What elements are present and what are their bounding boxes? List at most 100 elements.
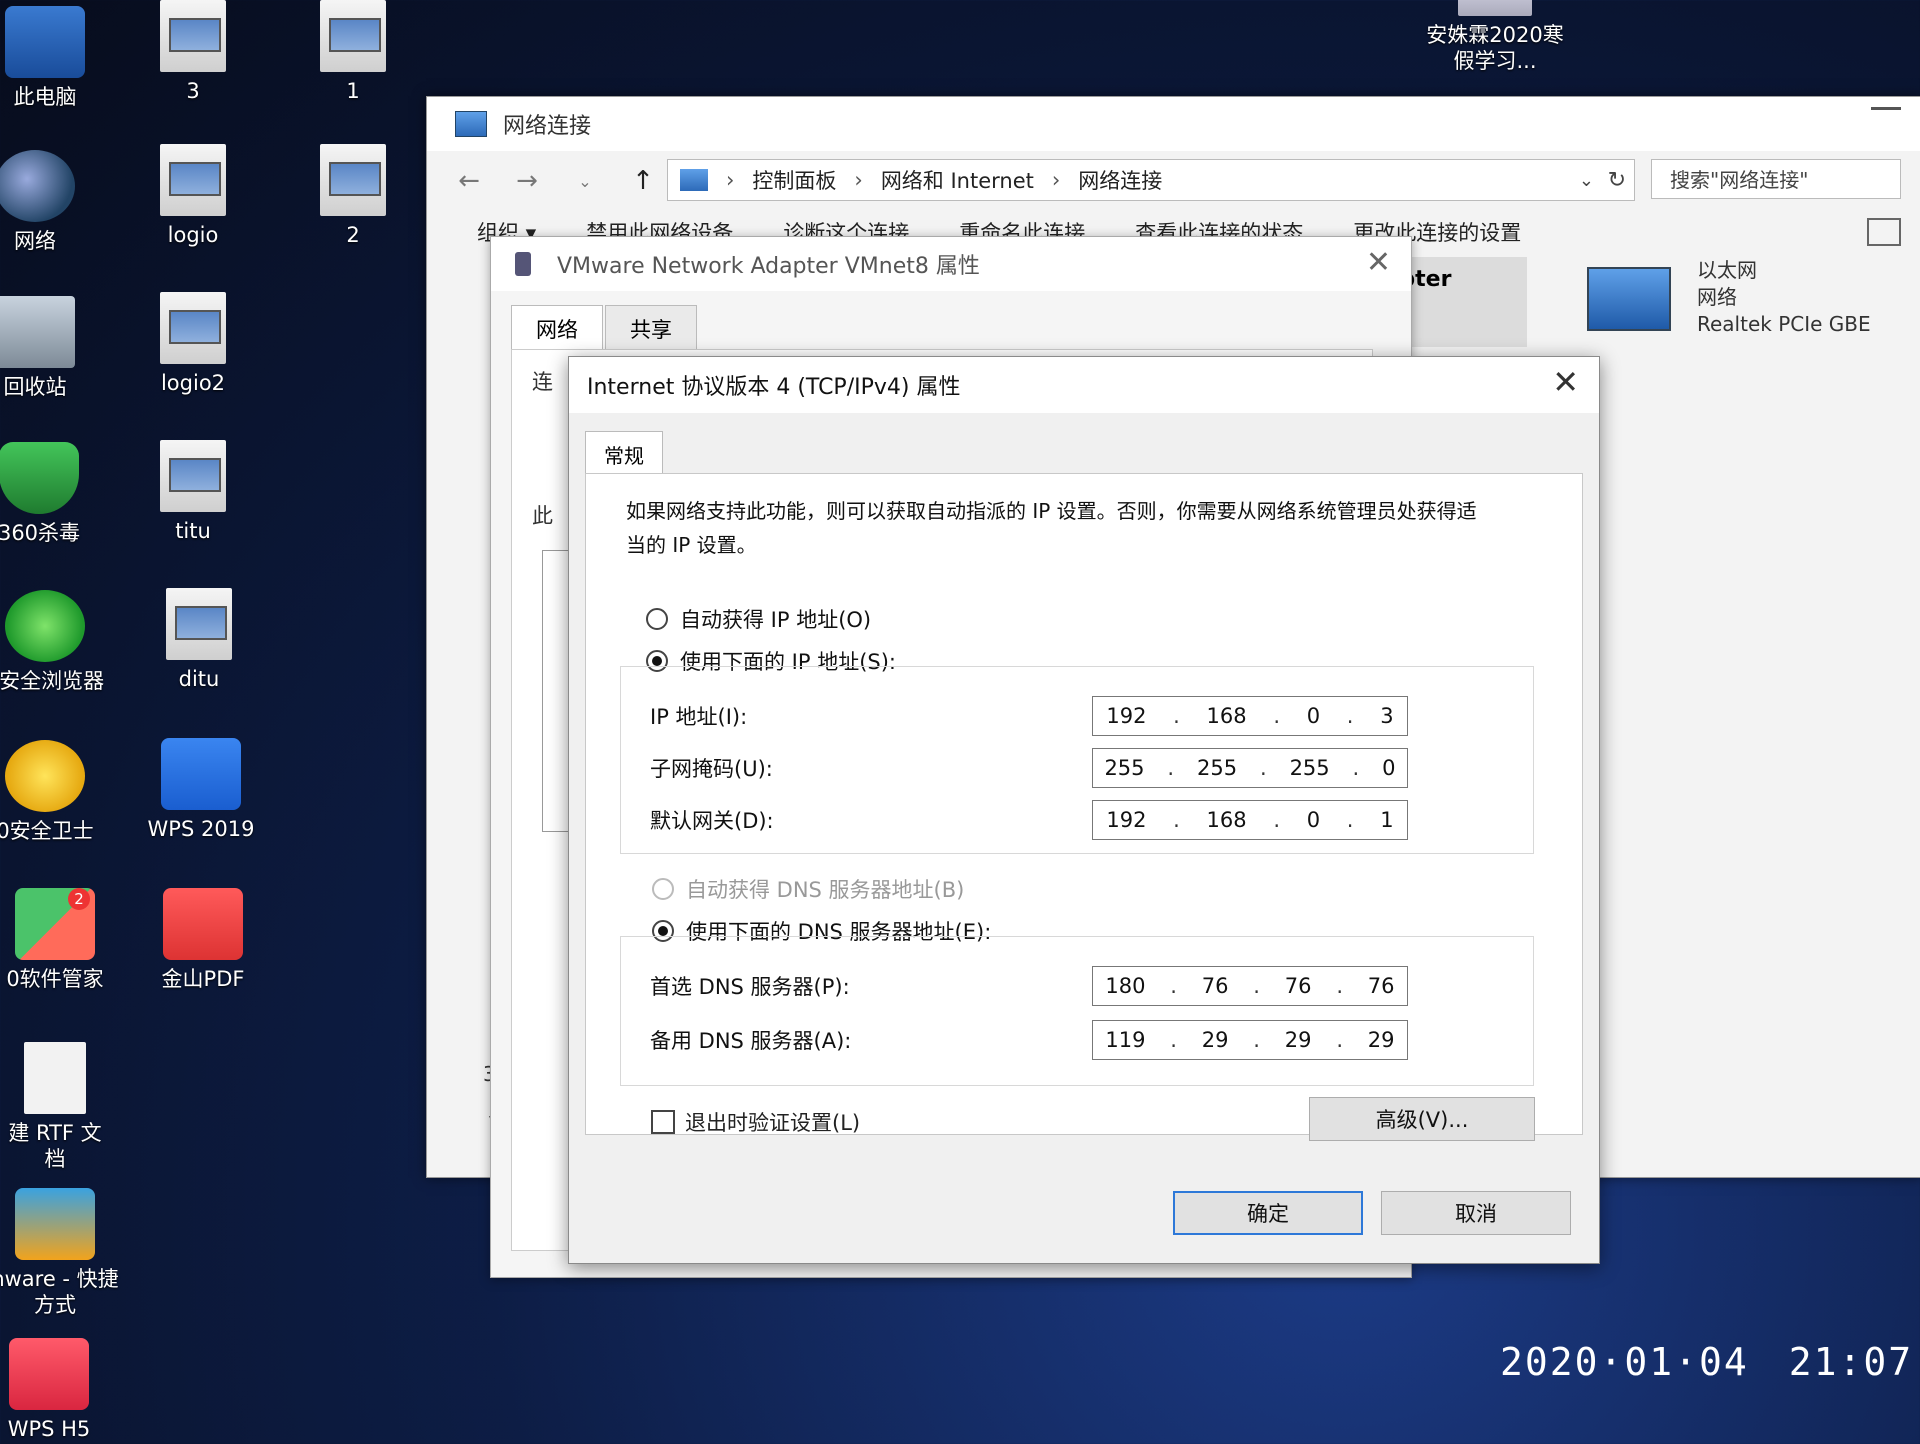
alternate-dns-row: 备用 DNS 服务器(A): 119. 29. 29. 29: [620, 1018, 1520, 1062]
subnet-mask-field[interactable]: 255. 255. 255. 0: [1092, 748, 1408, 788]
close-icon[interactable]: ✕: [1552, 363, 1579, 401]
validate-label: 退出时验证设置(L): [685, 1111, 861, 1135]
refresh-icon[interactable]: ↻: [1608, 168, 1626, 193]
datetime-overlay: 2020·01·04 21:07: [1500, 1340, 1913, 1384]
desktop-icon-wps-h5[interactable]: WPS H5: [0, 1338, 124, 1442]
radio-button[interactable]: [652, 878, 674, 900]
subnet-mask-row: 子网掩码(U): 255. 255. 255. 0: [620, 746, 1520, 790]
view-options-icon[interactable]: [1867, 218, 1901, 246]
validate-on-exit-option[interactable]: 退出时验证设置(L): [651, 1107, 860, 1137]
network-adapter-icon: [1587, 267, 1671, 331]
desktop-icon-360-browser[interactable]: 0安全浏览器: [0, 590, 120, 694]
dns-group: [620, 936, 1534, 1086]
image-file-icon: [320, 144, 386, 216]
preferred-dns-field[interactable]: 180. 76. 76. 76: [1092, 966, 1408, 1006]
address-row: ← → ⌄ ↑ › 控制面板 › 网络和 Internet › 网络连接 ⌄ ↻…: [427, 157, 1920, 205]
desktop-icon-study-doc[interactable]: 安姝霖2020寒假学习...: [1410, 0, 1580, 74]
desktop-icon-titu[interactable]: titu: [118, 440, 268, 544]
breadcrumb-control-panel[interactable]: 控制面板: [752, 165, 836, 195]
wps-h5-icon: [9, 1338, 89, 1410]
desktop-icon-file-3[interactable]: 3: [118, 0, 268, 104]
octet: 3: [1380, 704, 1394, 728]
search-input[interactable]: 搜索"网络连接": [1651, 159, 1901, 199]
cancel-button[interactable]: 取消: [1381, 1191, 1571, 1235]
tab-network[interactable]: 网络: [511, 305, 603, 352]
desktop-icon-network[interactable]: 网络: [0, 150, 110, 254]
octet: 168: [1206, 808, 1247, 832]
items-label: 此: [532, 504, 553, 528]
desktop-icon-ditu[interactable]: ditu: [124, 588, 274, 692]
auto-dns-option[interactable]: 自动获得 DNS 服务器地址(B): [652, 874, 964, 904]
desktop-icon-kingsoft-pdf[interactable]: 金山PDF: [128, 888, 278, 992]
tab-sharing[interactable]: 共享: [605, 305, 697, 352]
breadcrumb-network-connections[interactable]: 网络连接: [1078, 165, 1162, 195]
radio-button[interactable]: [646, 608, 668, 630]
tab-general[interactable]: 常规: [585, 431, 663, 477]
desktop-icon-logio[interactable]: logio: [118, 144, 268, 248]
close-icon[interactable]: ✕: [1366, 245, 1391, 280]
network-adapter-icon: [515, 252, 531, 276]
breadcrumb-separator: ›: [726, 168, 735, 192]
desktop-icon-logio2[interactable]: logio2: [118, 292, 268, 396]
network-connections-icon: [455, 111, 487, 137]
breadcrumb-separator: ›: [1051, 168, 1061, 192]
image-file-icon: [160, 292, 226, 364]
subnet-mask-label: 子网掩码(U):: [650, 757, 773, 781]
alternate-dns-field[interactable]: 119. 29. 29. 29: [1092, 1020, 1408, 1060]
connect-using-label: 连: [532, 370, 553, 394]
preferred-dns-label: 首选 DNS 服务器(P):: [650, 975, 850, 999]
explorer-titlebar: 网络连接: [427, 97, 1920, 151]
chevron-down-icon[interactable]: ⌄: [1579, 170, 1594, 191]
octet: 192: [1106, 808, 1147, 832]
auto-ip-option[interactable]: 自动获得 IP 地址(O): [646, 604, 871, 634]
adapter-status: 网络: [1697, 285, 1737, 309]
adapter-device: Realtek PCIe GBE: [1697, 312, 1871, 336]
octet: 29: [1367, 1028, 1395, 1052]
octet: 119: [1105, 1028, 1146, 1052]
desktop-icon-file-2[interactable]: 2: [278, 144, 428, 248]
desktop-icon-software-manager[interactable]: 2 0软件管家: [0, 888, 130, 992]
octet: 76: [1201, 974, 1229, 998]
desktop-icon-wps2019[interactable]: WPS 2019: [126, 738, 276, 842]
radio-label: 自动获得 IP 地址(O): [680, 608, 872, 632]
security-guard-icon: [5, 740, 85, 812]
gateway-row: 默认网关(D): 192. 168. 0. 1: [620, 798, 1520, 842]
desktop-icon-recycle-bin[interactable]: 回收站: [0, 296, 110, 400]
address-bar[interactable]: › 控制面板 › 网络和 Internet › 网络连接 ⌄ ↻: [667, 159, 1635, 201]
rtf-file-icon: [24, 1042, 86, 1114]
image-file-icon: [166, 588, 232, 660]
vmnet-tabs: 网络 共享: [511, 305, 699, 352]
gateway-label: 默认网关(D):: [650, 809, 774, 833]
image-file-icon: [160, 144, 226, 216]
octet: 1: [1380, 808, 1394, 832]
breadcrumb-separator: ›: [854, 168, 863, 192]
octet: 168: [1206, 704, 1247, 728]
desktop-icon-new-rtf[interactable]: 建 RTF 文档: [0, 1042, 130, 1172]
octet: 0: [1306, 704, 1321, 728]
antivirus-icon: [0, 442, 79, 514]
pc-icon: [5, 6, 85, 78]
minimize-button[interactable]: [1871, 107, 1901, 110]
ip-address-field[interactable]: 192. 168. 0. 3: [1092, 696, 1408, 736]
ok-button[interactable]: 确定: [1173, 1191, 1363, 1235]
ipv4-title: Internet 协议版本 4 (TCP/IPv4) 属性: [587, 375, 961, 400]
validate-checkbox[interactable]: [651, 1110, 675, 1134]
octet: 0: [1306, 808, 1321, 832]
adapter-item-ethernet[interactable]: 以太网 网络 Realtek PCIe GBE: [1587, 257, 1917, 357]
desktop-icon-360-antivirus[interactable]: 360杀毒: [0, 442, 114, 546]
up-button[interactable]: ↑: [627, 166, 659, 196]
desktop-icon-vmware[interactable]: nware - 快捷方式: [0, 1188, 130, 1318]
breadcrumb-network-internet[interactable]: 网络和 Internet: [881, 165, 1034, 195]
octet: 255: [1289, 756, 1330, 780]
recent-locations-button[interactable]: ⌄: [569, 172, 601, 191]
advanced-button[interactable]: 高级(V)...: [1309, 1097, 1535, 1141]
back-button[interactable]: ←: [453, 166, 485, 196]
octet: 29: [1201, 1028, 1229, 1052]
desktop-icon-360-guard[interactable]: 0安全卫士: [0, 740, 120, 844]
desktop-icon-file-1[interactable]: 1: [278, 0, 428, 104]
image-file-icon: [160, 440, 226, 512]
desktop-icon-this-pc[interactable]: 此电脑: [0, 6, 120, 110]
ip-address-label: IP 地址(I):: [650, 705, 748, 729]
forward-button[interactable]: →: [511, 166, 543, 196]
gateway-field[interactable]: 192. 168. 0. 1: [1092, 800, 1408, 840]
